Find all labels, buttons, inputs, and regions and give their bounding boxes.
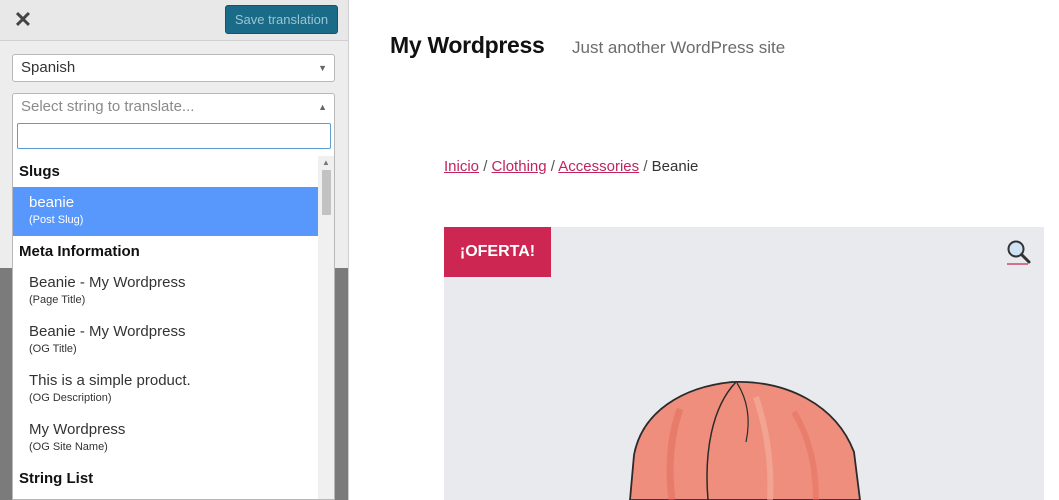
breadcrumb-separator: / [483, 158, 492, 175]
breadcrumb-link-clothing[interactable]: Clothing [492, 158, 547, 175]
close-icon[interactable]: ✕ [0, 0, 46, 40]
dropdown-scrollbar[interactable]: ▲ [318, 156, 334, 499]
option-text: This is a simple product. [29, 372, 191, 389]
translation-panel: ✕ Save translation Spanish ▼ Select stri… [0, 0, 349, 500]
option-text: Beanie - My Wordpress [29, 323, 186, 340]
panel-header: ✕ Save translation [0, 0, 348, 41]
list-item[interactable]: beanie (Post Slug) [13, 187, 319, 236]
breadcrumb-current: Beanie [651, 158, 699, 175]
language-select[interactable]: Spanish ▼ [12, 54, 335, 82]
product-gallery: ¡OFERTA! [444, 227, 1044, 500]
option-type: (OG Site Name) [29, 441, 108, 453]
list-item[interactable]: Beanie - My Wordpress (Page Title) [13, 267, 319, 316]
list-item[interactable]: My Wordpress (OG Site Name) [13, 414, 319, 463]
magnifier-icon[interactable] [1006, 239, 1032, 265]
option-type: (OG Title) [29, 343, 77, 355]
breadcrumb-link-home[interactable]: Inicio [444, 158, 479, 175]
option-type: (Post Slug) [29, 214, 84, 226]
option-type: (Page Title) [29, 294, 86, 306]
string-select-placeholder: Select string to translate... [21, 98, 195, 115]
group-label-slugs: Slugs [19, 163, 60, 180]
dropdown-search-input[interactable] [17, 123, 331, 149]
site-title[interactable]: My Wordpress [390, 32, 545, 59]
chevron-down-icon: ▼ [318, 63, 327, 73]
scrollbar-thumb[interactable] [322, 170, 331, 215]
dropdown-list: Slugs beanie (Post Slug) Meta Informatio… [13, 156, 319, 494]
breadcrumb-separator: / [643, 158, 652, 175]
save-translation-button[interactable]: Save translation [225, 5, 338, 34]
chevron-up-icon: ▲ [318, 102, 327, 112]
breadcrumb-link-accessories[interactable]: Accessories [558, 158, 639, 175]
language-select-value: Spanish [21, 59, 76, 76]
option-text: My Wordpress [29, 421, 126, 438]
option-text: beanie [29, 194, 75, 211]
string-dropdown: Slugs beanie (Post Slug) Meta Informatio… [12, 120, 335, 500]
site-tagline: Just another WordPress site [572, 38, 786, 57]
group-label-string-list: String List [19, 470, 94, 487]
list-item[interactable]: Beanie - My Wordpress (OG Title) [13, 316, 319, 365]
group-label-meta-information: Meta Information [19, 243, 140, 260]
sale-badge: ¡OFERTA! [444, 227, 551, 277]
list-item[interactable]: This is a simple product. (OG Descriptio… [13, 365, 319, 414]
breadcrumb: Inicio / Clothing / Accessories / Beanie [444, 158, 698, 175]
string-select[interactable]: Select string to translate... ▲ [12, 93, 335, 121]
scroll-up-icon[interactable]: ▲ [318, 156, 334, 170]
option-text: Beanie - My Wordpress [29, 274, 186, 291]
option-type: (OG Description) [29, 392, 112, 404]
